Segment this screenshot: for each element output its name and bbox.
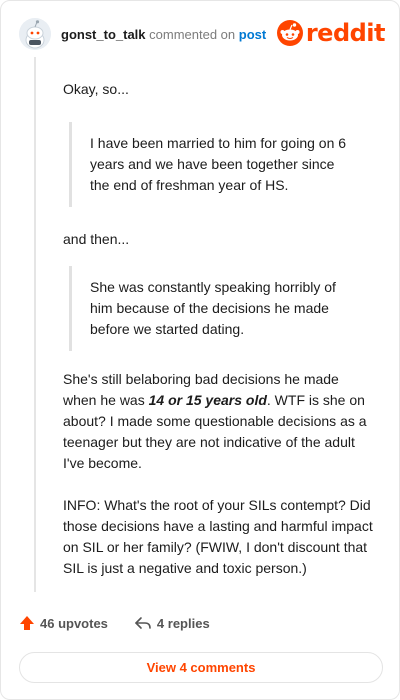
comment-paragraph: INFO: What's the root of your SILs conte… xyxy=(63,497,373,576)
reply-count: 4 replies xyxy=(156,615,210,631)
snoo-avatar-icon xyxy=(19,18,51,50)
emphasized-text: 14 or 15 years old xyxy=(148,392,267,408)
comment-header: gonst_to_talk commented on post reddit xyxy=(19,17,386,51)
thread-line[interactable] xyxy=(34,57,36,592)
reddit-logo[interactable]: reddit xyxy=(276,19,386,47)
reddit-snoo-icon xyxy=(276,20,303,46)
view-comments-button[interactable]: View 4 comments xyxy=(19,652,383,683)
comment-footer: 46 upvotes 4 replies xyxy=(19,615,236,631)
upvote-arrow-icon xyxy=(20,616,34,630)
comment-paragraph: and then... xyxy=(63,231,130,247)
username-link[interactable]: gonst_to_talk xyxy=(61,27,146,42)
comment-card: gonst_to_talk commented on post reddit O… xyxy=(0,0,400,700)
comment-paragraph: Okay, so... xyxy=(63,81,129,97)
blockquote-text: I have been married to him for going on … xyxy=(90,135,347,193)
reddit-wordmark: reddit xyxy=(305,19,386,47)
upvote-count: 46 upvotes xyxy=(40,615,108,631)
reply-arrow-icon xyxy=(135,617,151,629)
reply-button[interactable]: 4 replies xyxy=(134,615,210,631)
blockquote: She was constantly speaking horribly of … xyxy=(69,266,375,351)
commented-on-label: commented on xyxy=(149,26,236,42)
blockquote-text: She was constantly speaking horribly of … xyxy=(90,279,336,337)
header-text: gonst_to_talk commented on post xyxy=(61,27,266,42)
blockquote: I have been married to him for going on … xyxy=(69,122,375,207)
post-link[interactable]: post xyxy=(239,27,266,42)
comment-paragraph: She's still belaboring bad decisions he … xyxy=(63,369,375,474)
upvote-button[interactable]: 46 upvotes xyxy=(19,615,108,631)
comment-body: Okay, so... I have been married to him f… xyxy=(63,79,375,579)
user-avatar[interactable] xyxy=(19,18,51,50)
